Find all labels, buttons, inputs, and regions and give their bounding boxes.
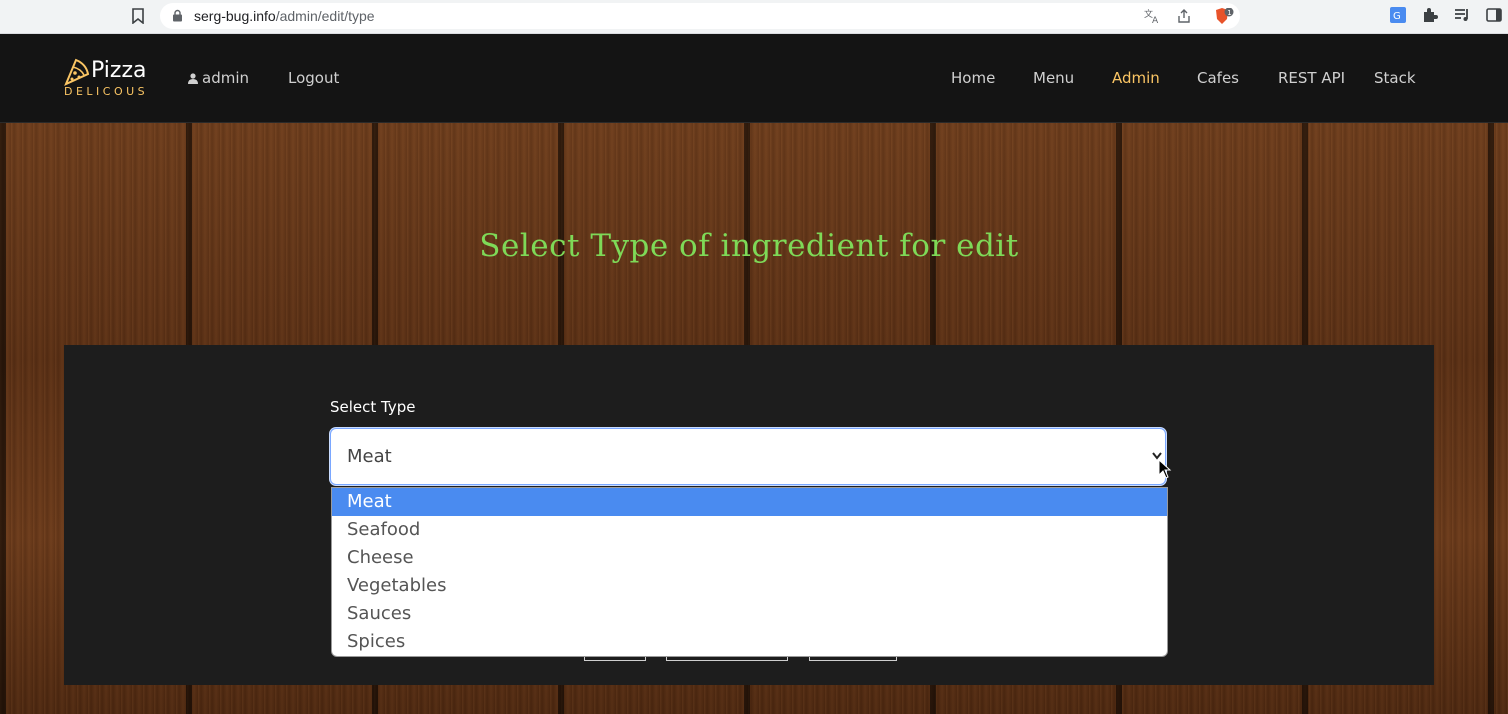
- mouse-cursor-icon: [1158, 459, 1172, 479]
- option-meat[interactable]: Meat: [332, 488, 1167, 516]
- bookmark-icon[interactable]: [131, 8, 145, 24]
- site-header: Pizza DELICOUS admin Logout Home Menu Ad…: [0, 34, 1508, 123]
- svg-text:A: A: [1152, 16, 1159, 24]
- nav-home[interactable]: Home: [951, 69, 995, 87]
- option-vegetables[interactable]: Vegetables: [332, 572, 1167, 600]
- select-type-label: Select Type: [330, 398, 416, 416]
- puzzle-extensions-icon[interactable]: [1421, 6, 1439, 24]
- sidebar-icon[interactable]: [1485, 6, 1503, 24]
- url-text: serg-bug.info/admin/edit/type: [194, 8, 375, 24]
- nav-stack[interactable]: Stack: [1374, 69, 1416, 87]
- brave-badge: 1: [1227, 9, 1231, 17]
- user-name: admin: [202, 69, 249, 87]
- address-bar[interactable]: serg-bug.info/admin/edit/type 文 A 1: [160, 3, 1240, 29]
- logout-link[interactable]: Logout: [288, 69, 339, 87]
- select-value: Meat: [347, 446, 392, 467]
- nav-rest-api[interactable]: REST API: [1278, 69, 1345, 87]
- logo-title: Pizza: [91, 58, 147, 83]
- url-host: serg-bug.info: [194, 8, 276, 24]
- type-select[interactable]: Meat: [330, 428, 1166, 485]
- url-path: /admin/edit/type: [275, 8, 375, 24]
- lock-icon: [173, 9, 182, 22]
- reading-list-icon[interactable]: [1453, 6, 1471, 24]
- option-seafood[interactable]: Seafood: [332, 516, 1167, 544]
- type-dropdown-list: Meat Seafood Cheese Vegetables Sauces Sp…: [331, 487, 1168, 657]
- option-sauces[interactable]: Sauces: [332, 600, 1167, 628]
- browser-toolbar: serg-bug.info/admin/edit/type 文 A 1 G: [0, 0, 1508, 34]
- translate-icon[interactable]: 文 A: [1144, 8, 1160, 24]
- nav-admin[interactable]: Admin: [1112, 69, 1160, 87]
- pizza-slice-icon: [64, 58, 90, 86]
- nav-menu[interactable]: Menu: [1033, 69, 1074, 87]
- svg-text:G: G: [1393, 11, 1401, 22]
- brave-shield-icon[interactable]: 1: [1214, 8, 1236, 24]
- user-link[interactable]: admin: [188, 69, 249, 87]
- option-spices[interactable]: Spices: [332, 628, 1167, 656]
- site-logo[interactable]: Pizza DELICOUS: [62, 58, 162, 100]
- share-icon[interactable]: [1176, 8, 1192, 24]
- page-title: Select Type of ingredient for edit: [479, 228, 1019, 264]
- logo-subtitle: DELICOUS: [64, 85, 149, 98]
- option-cheese[interactable]: Cheese: [332, 544, 1167, 572]
- nav-cafes[interactable]: Cafes: [1197, 69, 1239, 87]
- google-translate-ext-icon[interactable]: G: [1389, 6, 1407, 24]
- user-icon: [188, 73, 198, 84]
